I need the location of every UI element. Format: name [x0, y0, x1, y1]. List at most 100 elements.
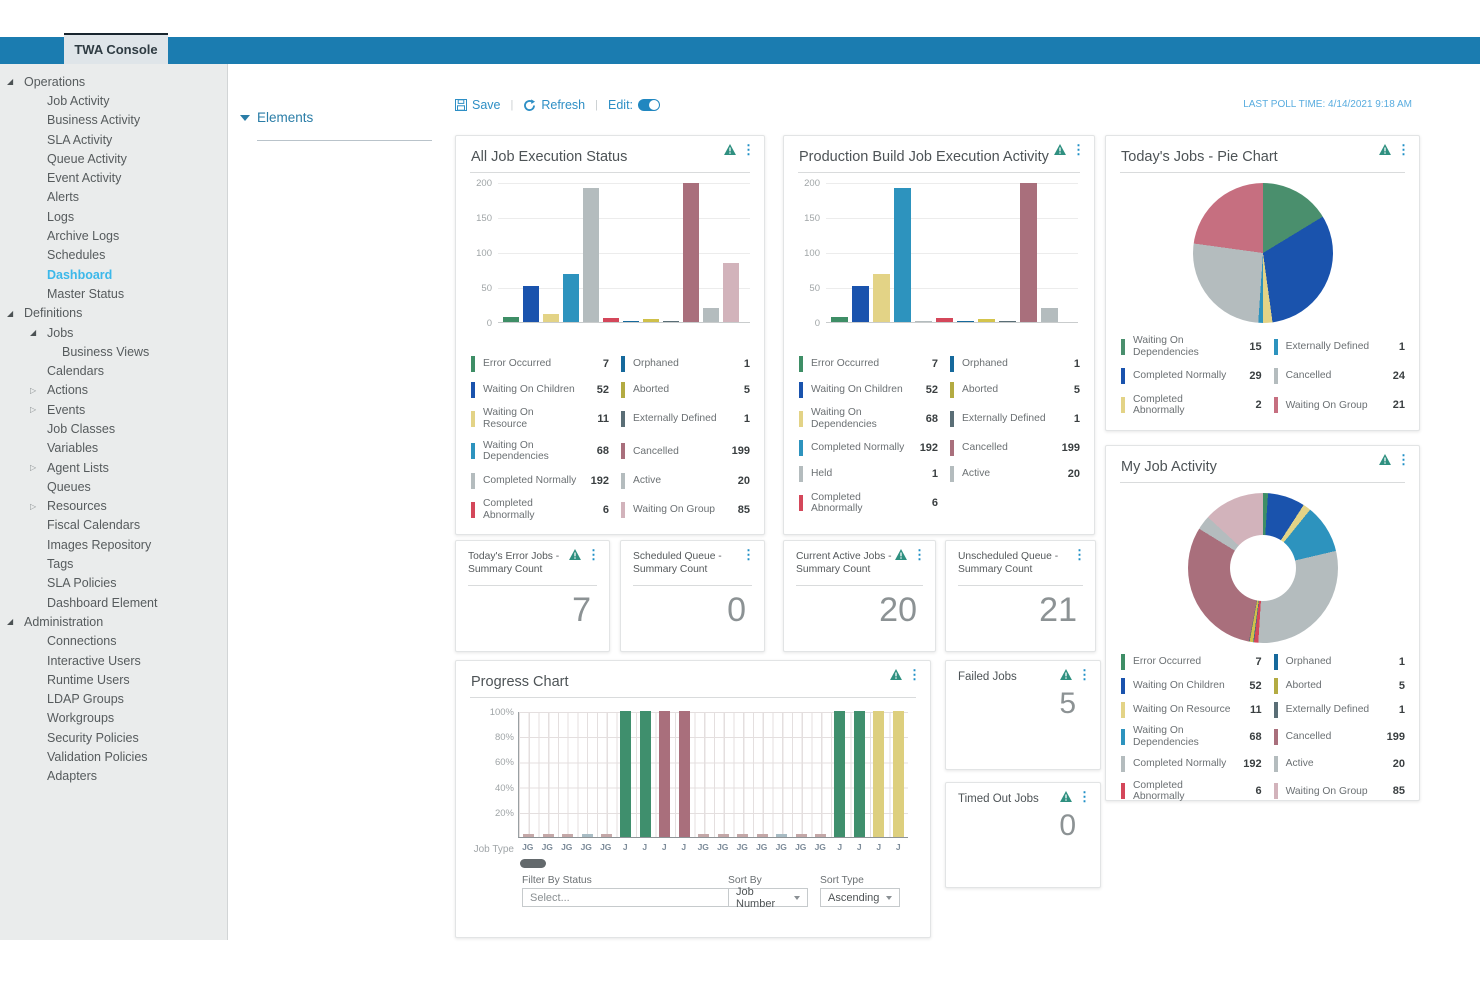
bar-orphaned	[623, 321, 639, 323]
tree-collapse-icon[interactable]: ◢	[7, 309, 13, 318]
edit-toggle[interactable]: Edit:	[608, 98, 660, 112]
sidebar-item-label: Events	[47, 403, 85, 417]
legend-swatch	[471, 356, 475, 372]
refresh-button[interactable]: Refresh	[523, 98, 585, 112]
sidebar-item-business-activity[interactable]: Business Activity	[0, 111, 227, 130]
legend-item-waiting-on-resource: Waiting On Resource11	[471, 407, 609, 431]
sidebar-item-queue-activity[interactable]: Queue Activity	[0, 149, 227, 168]
legend-label: Aborted	[633, 384, 720, 396]
warning-icon[interactable]	[569, 549, 581, 560]
warning-icon[interactable]	[890, 669, 902, 680]
sort-type-select[interactable]: Ascending	[820, 888, 900, 907]
sidebar-item-label: Queue Activity	[47, 152, 127, 166]
sidebar-item-definitions[interactable]: ◢Definitions	[0, 304, 227, 323]
kebab-menu-icon[interactable]: ⋮	[1397, 144, 1410, 155]
sidebar-item-job-activity[interactable]: Job Activity	[0, 91, 227, 110]
sidebar-item-workgroups[interactable]: Workgroups	[0, 709, 227, 728]
sidebar-item-event-activity[interactable]: Event Activity	[0, 168, 227, 187]
x-axis-label: JG	[557, 842, 577, 852]
sidebar-item-archive-logs[interactable]: Archive Logs	[0, 226, 227, 245]
tree-expand-icon[interactable]: ▷	[30, 405, 36, 414]
save-button[interactable]: Save	[455, 98, 501, 112]
warning-icon[interactable]	[1060, 669, 1072, 680]
sidebar-item-ldap-groups[interactable]: LDAP Groups	[0, 690, 227, 709]
sidebar-item-master-status[interactable]: Master Status	[0, 284, 227, 303]
tree-collapse-icon[interactable]: ◢	[7, 617, 13, 626]
pie-chart	[1193, 183, 1333, 323]
progress-bar-jg	[737, 834, 748, 837]
sidebar-item-business-views[interactable]: Business Views	[0, 342, 227, 361]
legend-swatch	[1274, 783, 1278, 799]
toggle-on-icon[interactable]	[638, 99, 660, 111]
sidebar-item-events[interactable]: ▷ Events	[0, 400, 227, 419]
legend-item-cancelled: Cancelled199	[950, 440, 1080, 457]
progress-bar-j	[620, 711, 631, 837]
kebab-menu-icon[interactable]: ⋮	[742, 549, 755, 560]
tree-expand-icon[interactable]: ▷	[30, 502, 36, 511]
legend-item-aborted: Aborted5	[621, 381, 750, 398]
sidebar-item-sla-activity[interactable]: SLA Activity	[0, 130, 227, 149]
kebab-menu-icon[interactable]: ⋮	[742, 144, 755, 155]
summary-value: 0	[727, 591, 746, 630]
sidebar-item-images-repository[interactable]: Images Repository	[0, 535, 227, 554]
sidebar-item-security-policies[interactable]: Security Policies	[0, 728, 227, 747]
sidebar-item-runtime-users[interactable]: Runtime Users	[0, 670, 227, 689]
tree-expand-icon[interactable]: ▷	[30, 386, 36, 395]
sidebar-item-queues[interactable]: Queues	[0, 477, 227, 496]
sidebar-item-dashboard[interactable]: Dashboard	[0, 265, 227, 284]
warning-icon[interactable]	[1379, 454, 1391, 465]
sidebar-item-tags[interactable]: Tags	[0, 554, 227, 573]
sidebar-item-calendars[interactable]: Calendars	[0, 361, 227, 380]
warning-icon[interactable]	[1379, 144, 1391, 155]
sidebar-item-agent-lists[interactable]: ▷Agent Lists	[0, 458, 227, 477]
scrollbar-thumb[interactable]	[520, 859, 546, 868]
x-axis-label: J	[869, 842, 889, 852]
warning-icon[interactable]	[1060, 791, 1072, 802]
sidebar-item-schedules[interactable]: Schedules	[0, 246, 227, 265]
progress-bar-jg	[562, 834, 573, 837]
sidebar-item-interactive-users[interactable]: Interactive Users	[0, 651, 227, 670]
tab-twa-console[interactable]: TWA Console	[64, 33, 168, 64]
sidebar-item-jobs[interactable]: ◢Jobs	[0, 323, 227, 342]
legend-value: 1	[1383, 704, 1405, 716]
sidebar-item-job-classes[interactable]: Job Classes	[0, 419, 227, 438]
legend-value: 1	[916, 468, 938, 480]
tree-expand-icon[interactable]: ▷	[30, 463, 36, 472]
tree-collapse-icon[interactable]: ◢	[7, 77, 13, 86]
progress-column	[714, 834, 733, 837]
kebab-menu-icon[interactable]: ⋮	[1397, 454, 1410, 465]
sidebar-item-resources[interactable]: ▷Resources	[0, 497, 227, 516]
legend-item-waiting-on-children: Waiting On Children52	[1121, 677, 1262, 694]
warning-icon[interactable]	[895, 549, 907, 560]
sidebar-item-fiscal-calendars[interactable]: Fiscal Calendars	[0, 516, 227, 535]
sidebar-item-adapters[interactable]: Adapters	[0, 767, 227, 786]
kebab-menu-icon[interactable]: ⋮	[1073, 549, 1086, 560]
warning-icon[interactable]	[724, 144, 736, 155]
kebab-menu-icon[interactable]: ⋮	[908, 669, 921, 680]
sidebar-item-validation-policies[interactable]: Validation Policies	[0, 747, 227, 766]
kebab-menu-icon[interactable]: ⋮	[913, 549, 926, 560]
x-axis-label: JG	[538, 842, 558, 852]
sidebar-item-logs[interactable]: Logs	[0, 207, 227, 226]
kebab-menu-icon[interactable]: ⋮	[1078, 791, 1091, 802]
legend-value: 1	[1383, 341, 1405, 353]
kebab-menu-icon[interactable]: ⋮	[1072, 144, 1085, 155]
progress-column	[869, 711, 888, 837]
sidebar-item-connections[interactable]: Connections	[0, 632, 227, 651]
sidebar-item-dashboard-element[interactable]: Dashboard Element	[0, 593, 227, 612]
sidebar-item-operations[interactable]: ◢Operations	[0, 72, 227, 91]
warning-icon[interactable]	[1054, 144, 1066, 155]
legend-item-waiting-on-dependencies: Waiting On Dependencies68	[471, 440, 609, 464]
sidebar-item-variables[interactable]: Variables	[0, 439, 227, 458]
sort-by-select[interactable]: Job Number	[728, 888, 808, 907]
sidebar-item-actions[interactable]: ▷Actions	[0, 381, 227, 400]
elements-panel-header[interactable]: Elements	[240, 110, 313, 125]
legend-item-error-occurred: Error Occurred7	[799, 355, 938, 372]
sidebar-item-alerts[interactable]: Alerts	[0, 188, 227, 207]
tree-collapse-icon[interactable]: ◢	[30, 328, 36, 337]
legend-label: Waiting On Group	[1286, 400, 1375, 412]
kebab-menu-icon[interactable]: ⋮	[587, 549, 600, 560]
kebab-menu-icon[interactable]: ⋮	[1078, 669, 1091, 680]
sidebar-item-sla-policies[interactable]: SLA Policies	[0, 574, 227, 593]
sidebar-item-administration[interactable]: ◢Administration	[0, 612, 227, 631]
